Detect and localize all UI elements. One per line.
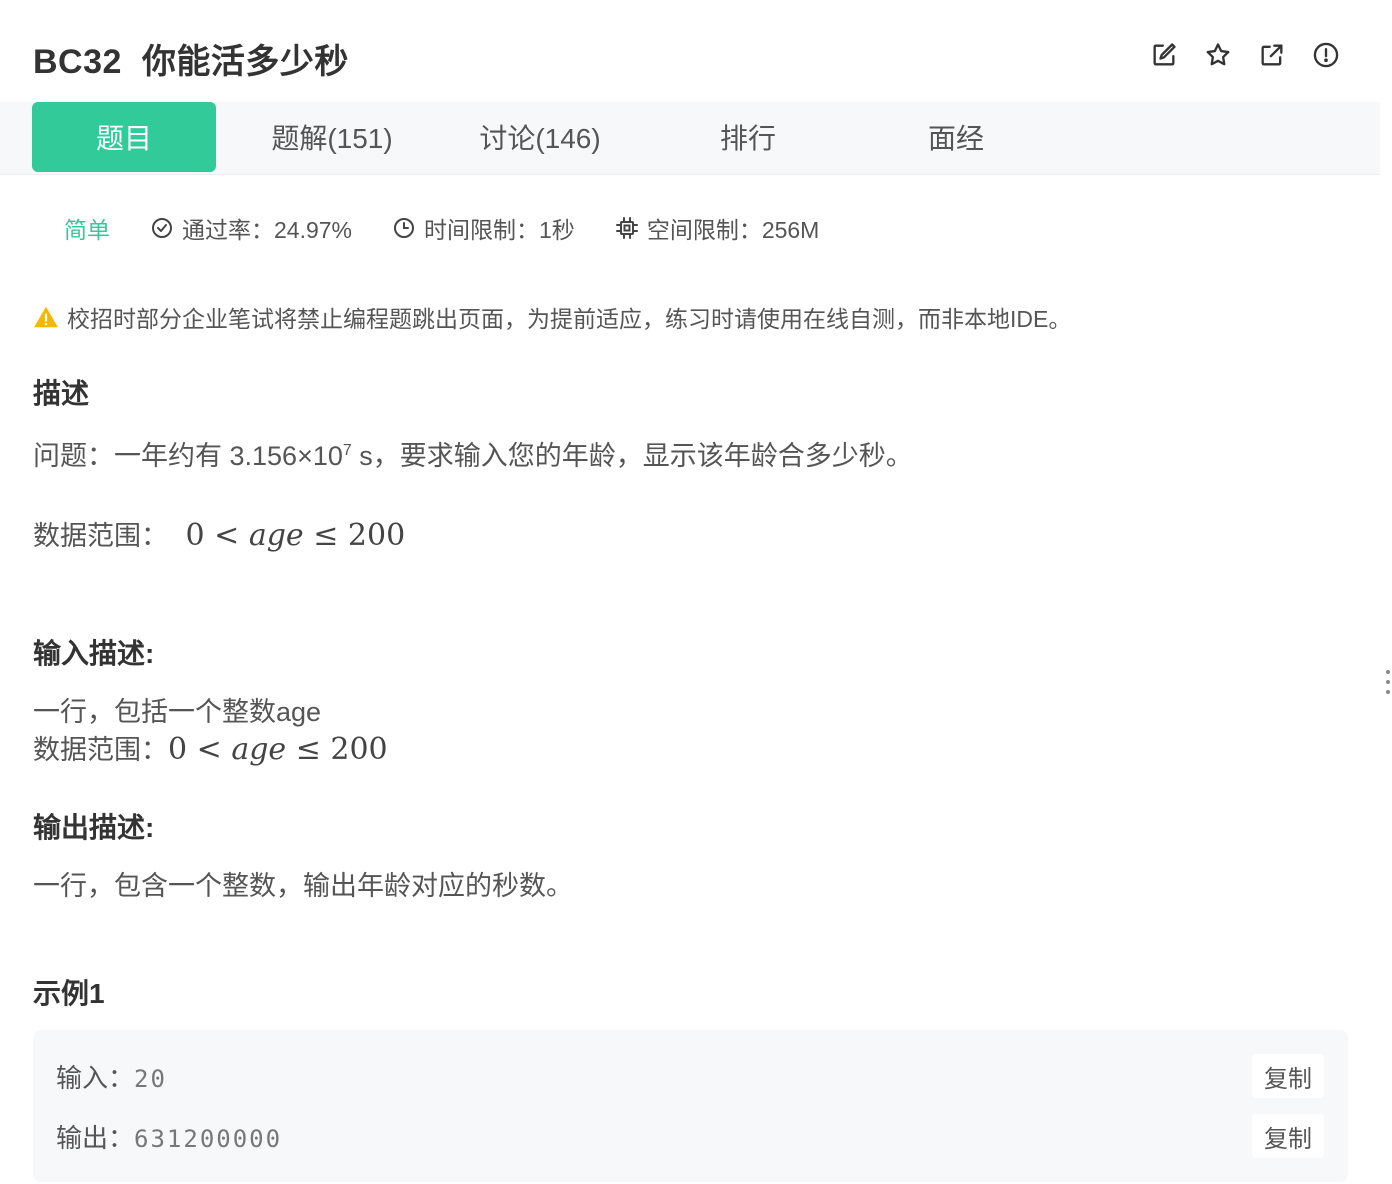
difficulty-badge: 简单 [64, 217, 110, 243]
output-desc-line: 一行，包含一个整数，输出年龄对应的秒数。 [33, 871, 573, 901]
input-desc-range: 数据范围：0 < age ≤ 200 [33, 728, 388, 767]
tab-bar: 题目 题解(151) 讨论(146) 排行 面经 [0, 102, 1380, 175]
tab-discussion[interactable]: 讨论(146) [448, 102, 632, 172]
input-range-right: ≤ 200 [295, 732, 388, 767]
tab-problem[interactable]: 题目 [32, 102, 216, 172]
copy-output-button[interactable]: 复制 [1252, 1114, 1324, 1158]
example-input-label: 输入： [56, 1063, 135, 1093]
star-icon[interactable] [1204, 41, 1232, 69]
chip-icon [615, 217, 638, 239]
resize-handle[interactable] [1386, 670, 1392, 702]
copy-input-button[interactable]: 复制 [1252, 1054, 1324, 1098]
pass-rate-text: 通过率：24.97% [182, 217, 353, 243]
input-range-label: 数据范围： [33, 735, 168, 765]
range-left: 0 < [185, 518, 240, 553]
range-right: ≤ 200 [313, 518, 406, 553]
problem-code: BC32 [33, 43, 122, 81]
problem-meta: 简单 通过率：24.97% 时间限制：1秒 空间限制：256M [64, 210, 859, 246]
problem-header: BC32 你能活多少秒 [0, 0, 1380, 102]
range-formula: 0 < age ≤ 200 [186, 518, 406, 553]
question-exponent: 7 [342, 442, 352, 459]
clock-icon [394, 218, 415, 238]
example-output: 输出：631200000 [56, 1118, 282, 1155]
input-desc-title: 输入描述: [33, 638, 155, 669]
data-range: 数据范围： 0 < age ≤ 200 [33, 514, 405, 553]
problem-page: BC32 你能活多少秒 题目 题解(151) 讨论(146) 排行 面经 简单 … [0, 0, 1380, 1184]
memory-limit: 空间限制：256M [615, 211, 820, 245]
input-range-left: 0 < [168, 732, 222, 767]
tab-interview[interactable]: 面经 [864, 102, 1048, 172]
problem-title: 你能活多少秒 [141, 43, 349, 81]
example-title: 示例1 [33, 978, 105, 1009]
pass-rate: 通过率：24.97% [150, 211, 352, 245]
question-prefix: 问题：一年约有 3.156×10 [33, 441, 343, 471]
edit-icon[interactable] [1150, 41, 1178, 69]
share-icon[interactable] [1258, 41, 1286, 69]
range-label: 数据范围： [33, 521, 168, 551]
tab-solutions[interactable]: 题解(151) [240, 102, 424, 172]
time-limit: 时间限制：1秒 [392, 211, 575, 245]
input-range-var: age [231, 732, 287, 767]
description-title: 描述 [33, 378, 90, 409]
example-input-value: 20 [134, 1065, 167, 1093]
time-limit-text: 时间限制：1秒 [424, 217, 575, 243]
warning-icon [34, 306, 58, 328]
page-title: BC32 你能活多少秒 [33, 34, 349, 83]
check-circle-icon [152, 218, 172, 238]
output-desc-title: 输出描述: [33, 812, 155, 843]
question-text: 问题：一年约有 3.156×107 s，要求输入您的年龄，显示该年龄合多少秒。 [33, 434, 913, 473]
warning-text: 校招时部分企业笔试将禁止编程题跳出页面，为提前适应，练习时请使用在线自测，而非本… [67, 306, 1072, 332]
example-output-label: 输出： [56, 1123, 135, 1153]
header-actions [1150, 41, 1340, 69]
example-input: 输入：20 [56, 1058, 167, 1095]
tab-ranking[interactable]: 排行 [656, 102, 840, 172]
ide-warning: 校招时部分企业笔试将禁止编程题跳出页面，为提前适应，练习时请使用在线自测，而非本… [33, 300, 1071, 334]
question-suffix: s，要求输入您的年龄，显示该年龄合多少秒。 [351, 441, 913, 471]
range-var: age [248, 518, 304, 553]
memory-limit-text: 空间限制：256M [646, 217, 820, 243]
input-desc-line: 一行，包括一个整数age [33, 697, 322, 727]
input-range-formula: 0 < age ≤ 200 [168, 732, 388, 767]
report-icon[interactable] [1312, 41, 1340, 69]
example-box: 输入：20 复制 输出：631200000 复制 [33, 1030, 1348, 1182]
example-output-value: 631200000 [134, 1125, 283, 1153]
